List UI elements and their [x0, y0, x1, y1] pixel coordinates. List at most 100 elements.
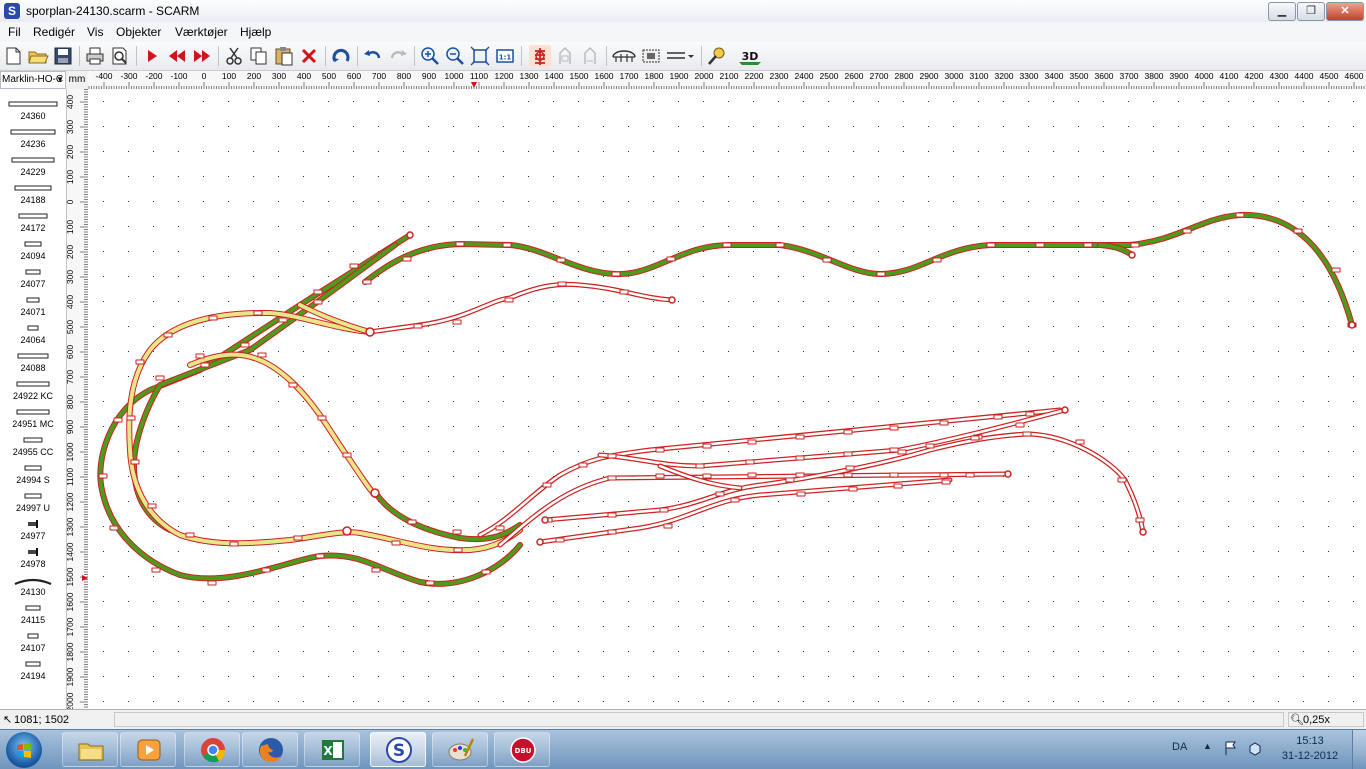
palette-item-24064[interactable]: 24064 — [0, 319, 66, 347]
taskbar-chrome[interactable] — [184, 732, 240, 767]
palette-item-24194[interactable]: 24194 — [0, 655, 66, 683]
palette-item-24978[interactable]: 24978 — [0, 543, 66, 571]
rotate-icon[interactable] — [330, 45, 352, 67]
zoom-1to1-icon[interactable]: 1:1 — [494, 45, 516, 67]
play-icon[interactable] — [141, 45, 163, 67]
palette-item-24994-s[interactable]: 24994 S — [0, 459, 66, 487]
language-indicator[interactable]: DA — [1172, 741, 1187, 753]
taskbar-paint[interactable] — [432, 732, 488, 767]
ruler-tick-label: 1500 — [570, 71, 589, 81]
straight-track-icon — [16, 381, 50, 387]
taskbar-dbu[interactable]: DBU — [494, 732, 550, 767]
bridge-icon[interactable] — [611, 45, 637, 67]
measure-icon[interactable] — [706, 45, 728, 67]
palette-item-24088[interactable]: 24088 — [0, 347, 66, 375]
ruler-tick-label: 2100 — [720, 71, 739, 81]
track-joint — [889, 472, 899, 478]
palette-item-24071[interactable]: 24071 — [0, 291, 66, 319]
palette-item-24115[interactable]: 24115 — [0, 599, 66, 627]
palette-item-24360[interactable]: 24360 — [0, 95, 66, 123]
delete-icon[interactable] — [298, 45, 320, 67]
layout-canvas[interactable] — [88, 89, 1366, 709]
print-icon[interactable] — [84, 45, 106, 67]
ruler-tick-label: 2600 — [845, 71, 864, 81]
paste-icon[interactable] — [273, 45, 295, 67]
palette-item-24955-cc[interactable]: 24955 CC — [0, 431, 66, 459]
horizontal-ruler: -400 -300 -200 -100 0 100 200 300 400 500 600 700 80… — [88, 71, 1366, 90]
menu-hjaelp[interactable]: Hjælp — [240, 25, 271, 39]
track-joint — [1015, 422, 1025, 428]
track-joint — [876, 271, 886, 277]
flex-track-icon[interactable] — [554, 45, 576, 67]
palette-item-24094[interactable]: 24094 — [0, 235, 66, 263]
menu-rediger[interactable]: Redigér — [33, 25, 75, 39]
vertical-ruler: 400 300 200 100 0 100 200 300 400 500 600 700 800 900… — [65, 89, 89, 711]
new-icon[interactable] — [2, 45, 24, 67]
palette-item-24077[interactable]: 24077 — [0, 263, 66, 291]
taskbar-scarm[interactable]: S — [370, 732, 426, 767]
copy-icon[interactable] — [248, 45, 270, 67]
open-icon[interactable] — [27, 45, 49, 67]
palette-item-24229[interactable]: 24229 — [0, 151, 66, 179]
network-icon[interactable] — [1247, 740, 1263, 756]
palette-item-24922-kc[interactable]: 24922 KC — [0, 375, 66, 403]
palette-item-24951-mc[interactable]: 24951 MC — [0, 403, 66, 431]
zoom-out-icon[interactable] — [444, 45, 466, 67]
palette-item-label: 24194 — [20, 671, 46, 681]
menu-objekter[interactable]: Objekter — [116, 25, 161, 39]
track-joint — [893, 483, 903, 489]
palette-item-24236[interactable]: 24236 — [0, 123, 66, 151]
taskbar-firefox[interactable] — [242, 732, 298, 767]
action-center-icon[interactable] — [1223, 740, 1239, 756]
show-hidden-icons-button[interactable]: ▲ — [1203, 741, 1212, 751]
save-icon[interactable] — [52, 45, 74, 67]
palette-item-24172[interactable]: 24172 — [0, 207, 66, 235]
track-joint — [993, 414, 1003, 420]
maximize-button[interactable]: ❐ — [1297, 2, 1325, 21]
turnout-tool-icon[interactable] — [579, 45, 601, 67]
zoom-fit-icon[interactable] — [469, 45, 491, 67]
start-button[interactable] — [6, 732, 42, 768]
track-joint — [278, 317, 288, 323]
fast-forward-icon[interactable] — [191, 45, 213, 67]
track-joint — [504, 297, 514, 303]
track-joint — [578, 462, 588, 468]
palette-item-label: 24064 — [20, 335, 46, 345]
undo-icon[interactable] — [362, 45, 384, 67]
system-clock[interactable]: 15:13 31-12-2012 — [1275, 734, 1345, 764]
zoom-in-icon[interactable] — [419, 45, 441, 67]
track-joint — [1135, 517, 1145, 523]
menu-fil[interactable]: Fil — [8, 25, 21, 39]
redo-icon[interactable] — [387, 45, 409, 67]
palette-item-24188[interactable]: 24188 — [0, 179, 66, 207]
track-joint — [208, 315, 218, 321]
tunnel-icon[interactable] — [640, 45, 662, 67]
taskbar-media-player[interactable] — [120, 732, 176, 767]
palette-item-24977[interactable]: 24977 — [0, 515, 66, 543]
palette-item-24997-u[interactable]: 24997 U — [0, 487, 66, 515]
view-3d-icon[interactable]: 3D — [737, 45, 763, 67]
menu-vis[interactable]: Vis — [87, 25, 103, 39]
palette-item-24130[interactable]: 24130 — [0, 571, 66, 599]
taskbar-explorer[interactable] — [62, 732, 118, 767]
track-joint — [695, 463, 705, 469]
library-select[interactable]: Marklin-HO-C ▼ — [0, 71, 66, 89]
taskbar-excel[interactable]: X — [304, 732, 360, 767]
print-preview-icon[interactable] — [109, 45, 131, 67]
app-icon[interactable]: S — [4, 3, 20, 19]
track-plan[interactable] — [88, 89, 1366, 709]
level-icon[interactable] — [665, 45, 695, 67]
menu-vaerktojer[interactable]: Værktøjer — [175, 25, 228, 39]
ruler-tick-label: 600 — [347, 71, 361, 81]
track-joint — [941, 479, 951, 485]
palette-item-label: 24107 — [20, 643, 46, 653]
rewind-icon[interactable] — [166, 45, 188, 67]
coordinates-text: 1081; 1502 — [14, 714, 70, 726]
track-tool-icon[interactable] — [529, 45, 551, 67]
minimize-button[interactable]: ▁ — [1268, 2, 1296, 21]
ruler-tick-label: 2700 — [870, 71, 889, 81]
palette-item-24107[interactable]: 24107 — [0, 627, 66, 655]
show-desktop-button[interactable] — [1352, 730, 1366, 769]
close-button[interactable]: ✕ — [1326, 2, 1364, 21]
cut-icon[interactable] — [223, 45, 245, 67]
